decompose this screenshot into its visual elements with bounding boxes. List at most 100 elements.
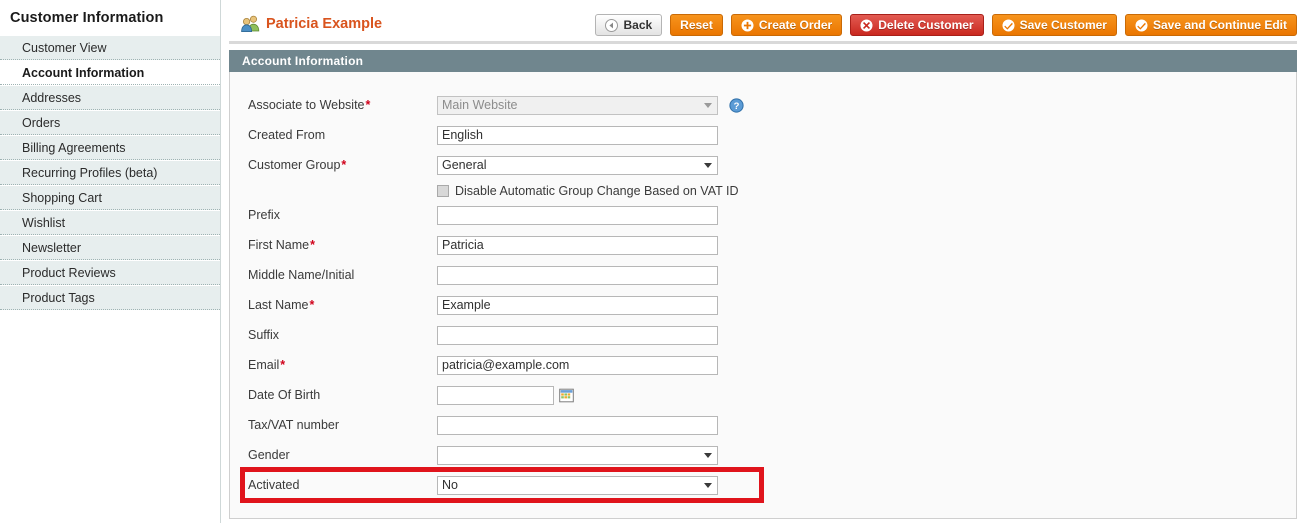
label-text: Suffix bbox=[248, 328, 280, 342]
button-label: Back bbox=[623, 18, 653, 32]
svg-text:?: ? bbox=[734, 101, 740, 112]
field-label-middle-name-initial: Middle Name/Initial bbox=[230, 268, 437, 282]
form-row-associate-to-website: Associate to Website* Main Website? bbox=[230, 90, 1296, 120]
plus-circle-icon bbox=[741, 19, 754, 31]
field-label-last-name: Last Name* bbox=[230, 298, 437, 312]
button-label: Delete Customer bbox=[878, 18, 974, 32]
customers-icon bbox=[241, 15, 260, 32]
field-wrapper-suffix bbox=[437, 325, 718, 345]
label-text: Date Of Birth bbox=[248, 388, 321, 402]
help-circle-icon[interactable]: ? bbox=[718, 97, 744, 113]
field-label-email: Email* bbox=[230, 358, 437, 372]
field-label-suffix: Suffix bbox=[230, 328, 437, 342]
form-row-middle-name-initial: Middle Name/Initial bbox=[230, 260, 1296, 290]
account-information-form: Associate to Website* Main Website? Create… bbox=[230, 72, 1296, 503]
sidebar-item-customer-view[interactable]: Customer View bbox=[0, 35, 220, 60]
required-marker: * bbox=[309, 298, 315, 312]
sidebar-item-list: Customer View Account Information Addresse… bbox=[0, 35, 220, 310]
label-text: First Name bbox=[248, 238, 310, 252]
field-wrapper-email bbox=[437, 355, 718, 375]
tax-vat-number-input[interactable] bbox=[437, 415, 718, 435]
label-text: Middle Name/Initial bbox=[248, 268, 355, 282]
button-label: Save Customer bbox=[1019, 18, 1107, 32]
suffix-input[interactable] bbox=[437, 325, 718, 345]
page-title: Patricia Example bbox=[241, 15, 382, 32]
action-button-bar: Back Reset Create Order Delete Customer Save… bbox=[595, 14, 1297, 36]
sidebar-item-newsletter[interactable]: Newsletter bbox=[0, 235, 220, 260]
chevron-down-icon bbox=[704, 102, 712, 108]
field-label-tax-vat-number: Tax/VAT number bbox=[230, 418, 437, 432]
customer-group-select[interactable]: General bbox=[437, 155, 718, 175]
sidebar-item-product-reviews[interactable]: Product Reviews bbox=[0, 260, 220, 285]
required-marker: * bbox=[310, 238, 315, 252]
sidebar-item-shopping-cart[interactable]: Shopping Cart bbox=[0, 185, 220, 210]
button-label: Create Order bbox=[758, 18, 833, 32]
field-wrapper-date-of-birth bbox=[437, 385, 574, 405]
page-title-text: Patricia Example bbox=[266, 15, 383, 32]
check-circle-icon bbox=[1135, 19, 1148, 31]
form-row-first-name: First Name* bbox=[230, 230, 1296, 260]
form-row-last-name: Last Name* bbox=[230, 290, 1296, 320]
activated-select[interactable]: No bbox=[437, 475, 718, 495]
content-area: Patricia Example Back Reset Create Order De… bbox=[221, 0, 1311, 523]
button-label: Save and Continue Edit bbox=[1152, 18, 1287, 32]
field-wrapper-middle-name-initial bbox=[437, 265, 718, 285]
required-marker: * bbox=[365, 98, 371, 112]
sidebar-item-product-tags[interactable]: Product Tags bbox=[0, 285, 220, 310]
label-text: Activated bbox=[248, 478, 300, 492]
select-value: Main Website bbox=[442, 97, 518, 112]
sidebar-title: Customer Information bbox=[10, 10, 164, 26]
first-name-input[interactable] bbox=[437, 235, 718, 255]
sidebar-item-orders[interactable]: Orders bbox=[0, 110, 220, 135]
field-label-date-of-birth: Date Of Birth bbox=[230, 388, 437, 402]
middle-name-initial-input[interactable] bbox=[437, 265, 718, 285]
form-row-created-from: Created From bbox=[230, 120, 1296, 150]
sidebar-item-recurring-profiles-beta[interactable]: Recurring Profiles (beta) bbox=[0, 160, 220, 185]
label-text: Tax/VAT number bbox=[248, 418, 340, 432]
sidebar-item-addresses[interactable]: Addresses bbox=[0, 85, 220, 110]
field-label-customer-group: Customer Group* bbox=[230, 158, 437, 172]
associate-to-website-select[interactable]: Main Website bbox=[437, 95, 718, 115]
disable-automatic-group-change-checkbox[interactable] bbox=[437, 184, 449, 197]
sidebar-item-billing-agreements[interactable]: Billing Agreements bbox=[0, 135, 220, 160]
field-wrapper-associate-to-website: Main Website? bbox=[437, 95, 744, 115]
reset-button[interactable]: Reset bbox=[670, 14, 723, 36]
field-wrapper-customer-group: General bbox=[437, 155, 718, 175]
delete-customer-button[interactable]: Delete Customer bbox=[850, 14, 984, 36]
account-information-panel: Account Information Associate to Website… bbox=[229, 50, 1297, 519]
last-name-input[interactable] bbox=[437, 295, 718, 315]
chevron-down-icon bbox=[704, 452, 712, 458]
form-row-activated: Activated No bbox=[230, 470, 1296, 500]
sidebar: Customer Information Customer View Accoun… bbox=[0, 0, 221, 523]
sidebar-item-account-information[interactable]: Account Information bbox=[0, 60, 220, 85]
label-text: Last Name bbox=[248, 298, 309, 312]
save-customer-button[interactable]: Save Customer bbox=[991, 14, 1117, 36]
field-wrapper-gender bbox=[437, 445, 718, 465]
sidebar-item-wishlist[interactable]: Wishlist bbox=[0, 210, 220, 235]
panel-heading: Account Information bbox=[229, 50, 1297, 72]
create-order-button[interactable]: Create Order bbox=[730, 14, 843, 36]
checkbox-label: Disable Automatic Group Change Based on … bbox=[455, 183, 739, 198]
prefix-input[interactable] bbox=[437, 205, 718, 225]
email-input[interactable] bbox=[437, 355, 718, 375]
select-value: General bbox=[442, 157, 487, 172]
check-circle-icon bbox=[1002, 19, 1015, 31]
content-header: Patricia Example Back Reset Create Order De… bbox=[221, 0, 1311, 40]
title-divider bbox=[229, 41, 1297, 44]
date-of-birth-input[interactable] bbox=[437, 385, 554, 405]
field-label-created-from: Created From bbox=[230, 128, 437, 142]
field-label-associate-to-website: Associate to Website* bbox=[230, 98, 437, 112]
select-value: No bbox=[442, 477, 458, 492]
back-button[interactable]: Back bbox=[595, 14, 663, 36]
save-and-continue-edit-button[interactable]: Save and Continue Edit bbox=[1124, 14, 1297, 36]
required-marker: * bbox=[280, 358, 286, 372]
calendar-icon[interactable] bbox=[554, 388, 574, 403]
field-wrapper-last-name bbox=[437, 295, 718, 315]
form-row-prefix: Prefix bbox=[230, 200, 1296, 230]
field-label-gender: Gender bbox=[230, 448, 437, 462]
gender-select[interactable] bbox=[437, 445, 718, 465]
chevron-down-icon bbox=[704, 162, 712, 168]
page-root: Customer Information Customer View Accoun… bbox=[0, 0, 1311, 523]
form-row-gender: Gender bbox=[230, 440, 1296, 470]
created-from-input[interactable] bbox=[437, 125, 718, 145]
